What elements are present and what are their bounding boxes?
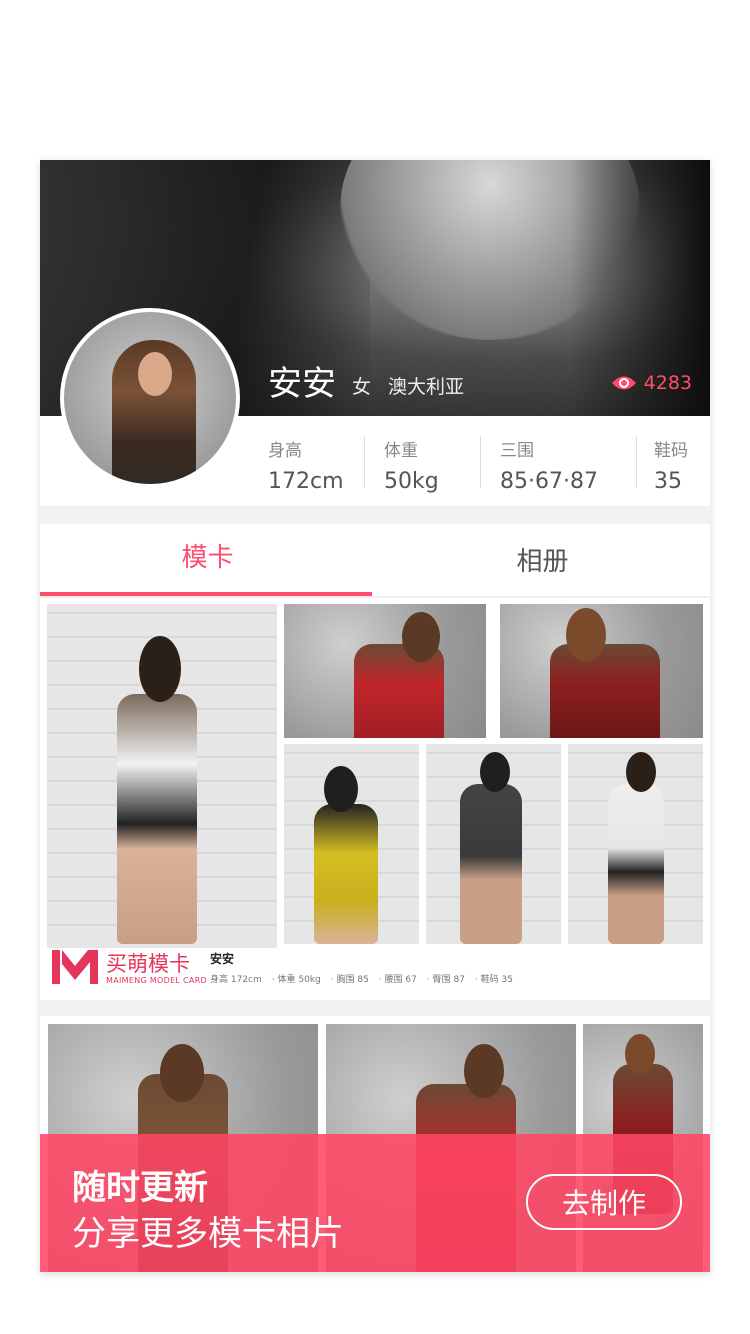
promo-banner: 随时更新 分享更多模卡相片 去制作 — [40, 1134, 710, 1272]
stat-measurements: 三围 85·67·87 — [500, 436, 598, 494]
tab-album[interactable]: 相册 — [375, 524, 710, 596]
banner-subtitle: 分享更多模卡相片 — [72, 1214, 344, 1254]
card-stat: 体重 50kg — [277, 975, 321, 985]
card-stat: 臀围 87 — [432, 975, 465, 985]
divider — [636, 436, 637, 488]
brand-name-en: MAIMENG MODEL CARD — [106, 976, 208, 985]
card-stat: 腰围 67 — [384, 975, 417, 985]
tab-label: 相册 — [516, 547, 569, 577]
maimeng-logo-icon — [52, 950, 98, 984]
card-photo — [284, 604, 486, 738]
card-photo — [568, 744, 703, 944]
model-card[interactable]: 买萌模卡 MAIMENG MODEL CARD 安安 身高 172cm · 体重 … — [40, 598, 710, 1000]
eye-icon — [611, 376, 636, 390]
tab-bar: 模卡 相册 — [40, 524, 710, 598]
card-photo — [426, 744, 561, 944]
stat-weight: 体重 50kg — [384, 436, 439, 494]
card-stat: 身高 172cm — [210, 975, 262, 985]
divider — [480, 436, 481, 488]
profile-name: 安安 — [268, 364, 336, 404]
tab-model-card[interactable]: 模卡 — [40, 524, 375, 596]
stat-label: 鞋码 — [654, 441, 688, 461]
card-photo — [500, 604, 703, 738]
profile-location: 澳大利亚 — [388, 376, 465, 398]
card-stat: 鞋码 35 — [480, 975, 513, 985]
avatar[interactable] — [60, 308, 240, 488]
tab-label: 模卡 — [181, 543, 234, 573]
profile-gender: 女 — [352, 376, 372, 398]
stat-height: 身高 172cm — [268, 436, 344, 494]
stat-label: 身高 — [268, 441, 302, 461]
stat-value: 35 — [654, 469, 682, 494]
create-button[interactable]: 去制作 — [526, 1174, 682, 1230]
stat-value: 172cm — [268, 469, 344, 494]
brand-name: 买萌模卡 — [106, 952, 190, 976]
stat-value: 50kg — [384, 469, 439, 494]
view-count: 4283 — [610, 372, 692, 394]
view-count-value: 4283 — [643, 372, 692, 394]
banner-title: 随时更新 — [72, 1168, 208, 1208]
card-photo-main — [47, 604, 277, 948]
divider — [364, 436, 365, 488]
stat-label: 三围 — [500, 441, 534, 461]
card-stats: 身高 172cm · 体重 50kg · 胸围 85 · 腰围 67 · 臀围 87 · … — [210, 975, 513, 985]
card-photo — [284, 744, 419, 944]
card-stat: 胸围 85 — [336, 975, 369, 985]
stat-label: 体重 — [384, 441, 418, 461]
profile-card: 安安 女 澳大利亚 4283 身高 172cm 体重 50kg 三围 85·67… — [40, 160, 710, 1272]
stat-value: 85·67·87 — [500, 469, 598, 494]
card-model-name: 安安 — [210, 952, 235, 966]
stat-shoe-size: 鞋码 35 — [654, 436, 688, 494]
card-footer: 买萌模卡 MAIMENG MODEL CARD 安安 身高 172cm · 体重 … — [46, 942, 704, 996]
active-tab-indicator — [40, 592, 372, 596]
